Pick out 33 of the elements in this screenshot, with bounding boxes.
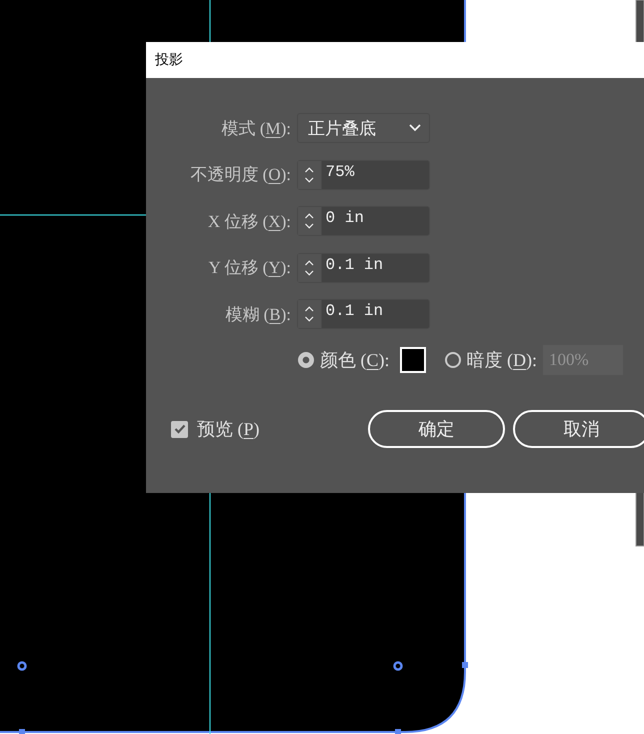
mode-dropdown[interactable]: 正片叠底 (297, 113, 430, 143)
dialog-button[interactable]: 取消 (513, 410, 644, 448)
input-field[interactable]: 0 in (322, 207, 429, 235)
radio-button[interactable] (298, 352, 314, 368)
input-field[interactable]: 0.1 in (322, 300, 429, 328)
field-label: 模糊 (B): (225, 304, 291, 326)
checkbox[interactable] (171, 420, 188, 438)
anchor-point (393, 661, 403, 671)
chevron-down-icon (409, 124, 421, 132)
anchor-point (17, 661, 27, 671)
stepper-icon[interactable] (298, 160, 322, 188)
input-field[interactable]: 0.1 in (322, 254, 429, 282)
number-field[interactable]: 0.1 in (297, 299, 430, 329)
window-title: 投影 (155, 51, 183, 69)
color-swatch[interactable] (400, 347, 426, 373)
stepper-icon[interactable] (298, 254, 322, 282)
number-field[interactable]: 0.1 in (297, 252, 430, 282)
dialog-button[interactable]: 确定 (368, 410, 505, 448)
field-label: X 位移 (X): (208, 210, 291, 232)
field-label: Y 位移 (Y): (208, 257, 291, 279)
field-label: 暗度 (D): (466, 349, 538, 372)
anchor-point (462, 662, 468, 668)
field-label: 不透明度 (O): (190, 164, 291, 186)
input-field[interactable]: 75% (322, 160, 429, 188)
stepper-icon[interactable] (298, 207, 322, 235)
field-label: 颜色 (C): (320, 349, 390, 372)
anchor-point (19, 729, 25, 734)
stepper-icon[interactable] (298, 300, 322, 328)
number-field[interactable]: 0 in (297, 206, 430, 236)
field-label: 模式 (M): (222, 118, 291, 140)
field-label: 预览 (P) (197, 418, 260, 441)
anchor-point (395, 729, 401, 734)
number-field[interactable]: 75% (297, 160, 430, 190)
